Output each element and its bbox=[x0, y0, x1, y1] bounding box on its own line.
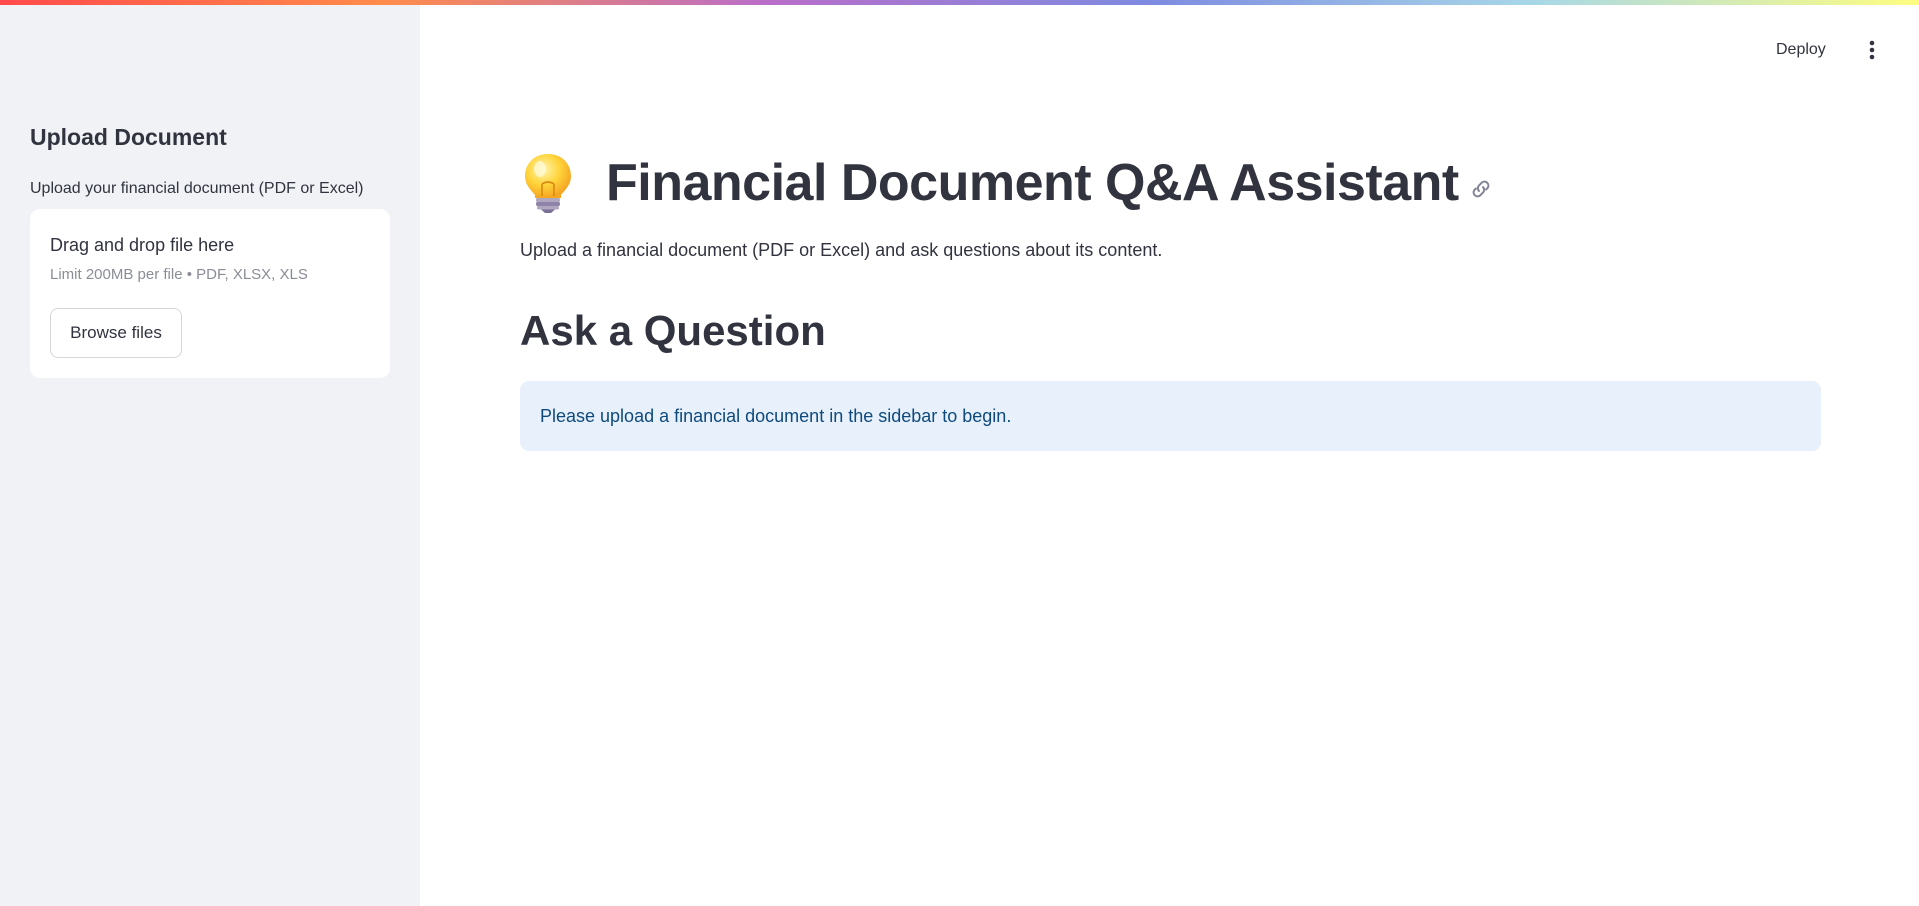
lightbulb-icon bbox=[525, 154, 571, 213]
page-title: Financial Document Q&A Assistant bbox=[606, 154, 1459, 212]
sidebar: Upload Document Upload your financial do… bbox=[0, 0, 420, 906]
top-decoration-bar bbox=[0, 0, 1919, 5]
vertical-ellipsis-icon bbox=[1869, 40, 1875, 60]
browse-files-button[interactable]: Browse files bbox=[50, 308, 182, 358]
main-menu-button[interactable] bbox=[1860, 36, 1884, 64]
file-uploader-label: Upload your financial document (PDF or E… bbox=[30, 180, 364, 197]
info-alert: Please upload a financial document in th… bbox=[520, 381, 1821, 451]
info-alert-message: Please upload a financial document in th… bbox=[540, 405, 1012, 426]
page-subtitle: Upload a financial document (PDF or Exce… bbox=[520, 240, 1163, 260]
file-limit-text: Limit 200MB per file • PDF, XLSX, XLS bbox=[50, 266, 308, 283]
file-dropzone[interactable]: Drag and drop file here Limit 200MB per … bbox=[30, 209, 390, 378]
sidebar-title: Upload Document bbox=[30, 124, 227, 150]
section-heading: Ask a Question bbox=[520, 307, 826, 354]
title-row: Financial Document Q&A Assistant bbox=[520, 148, 1493, 218]
deploy-button[interactable]: Deploy bbox=[1776, 36, 1826, 64]
dropzone-instructions: Drag and drop file here bbox=[50, 235, 235, 255]
link-icon[interactable] bbox=[1469, 177, 1493, 201]
